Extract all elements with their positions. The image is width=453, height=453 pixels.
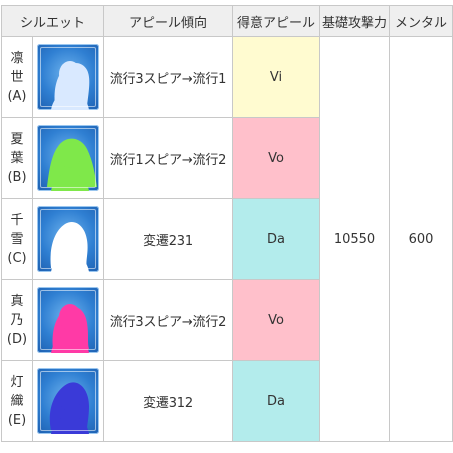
appeal-trend: 変遷231 <box>103 198 234 280</box>
idol-name: 夏葉 (B) <box>1 117 33 199</box>
header-mental: メンタル <box>389 5 453 37</box>
idol-name-line: 凛 <box>10 50 24 66</box>
blue-silhouette-icon <box>37 44 99 110</box>
silhouette-cell <box>31 36 105 118</box>
base-attack-value: 10550 <box>319 36 391 442</box>
pink-silhouette-icon <box>37 287 99 353</box>
idol-name-line: 千 <box>10 212 24 228</box>
idol-name-line: (A) <box>7 88 27 104</box>
idol-name-line: 世 <box>10 69 24 85</box>
idol-name-line: 乃 <box>10 312 24 328</box>
idol-name: 灯織 (E) <box>1 360 33 442</box>
appeal-trend: 流行1スピア→流行2 <box>103 117 234 199</box>
table-row: 凛世 (A) 流行3スピア→流行1 Vi 10550 600 <box>1 36 453 442</box>
strong-appeal: Vo <box>232 117 321 199</box>
header-row: シルエット アピール傾向 得意アピール 基礎攻撃力 メンタル <box>0 5 453 37</box>
idol-table: シルエット アピール傾向 得意アピール 基礎攻撃力 メンタル 凛世 (A) 流行3ス… <box>0 5 453 442</box>
idol-name: 千雪 (C) <box>1 198 33 280</box>
silhouette-cell <box>31 198 105 280</box>
strong-appeal: Da <box>232 360 321 442</box>
idol-name-line: (E) <box>7 412 27 428</box>
idol-name-line: (D) <box>6 331 28 347</box>
idol-name-line: 葉 <box>10 150 24 166</box>
header-strong-appeal: 得意アピール <box>232 5 321 37</box>
silhouette-cell <box>31 117 105 199</box>
header-base-attack: 基礎攻撃力 <box>319 5 391 37</box>
appeal-trend: 変遷312 <box>103 360 234 442</box>
idol-name-line: 雪 <box>10 231 24 247</box>
silhouette-cell <box>31 360 105 442</box>
idol-name: 凛世 (A) <box>1 36 33 118</box>
white-silhouette-icon <box>37 206 99 272</box>
mental-value: 600 <box>389 36 453 442</box>
idol-name: 真乃 (D) <box>1 279 33 361</box>
idol-name-line: 夏 <box>10 131 24 147</box>
idol-name-line: (C) <box>7 250 27 266</box>
strong-appeal: Da <box>232 198 321 280</box>
green-silhouette-icon <box>37 125 99 191</box>
strong-appeal: Vi <box>232 36 321 118</box>
header-appeal-trend: アピール傾向 <box>103 5 234 37</box>
idol-name-line: (B) <box>7 169 27 185</box>
header-silhouette: シルエット <box>0 5 105 37</box>
idol-name-line: 織 <box>10 393 24 409</box>
idol-name-line: 灯 <box>10 374 24 390</box>
idol-name-line: 真 <box>10 293 24 309</box>
appeal-trend: 流行3スピア→流行1 <box>103 36 234 118</box>
appeal-trend: 流行3スピア→流行2 <box>103 279 234 361</box>
strong-appeal: Vo <box>232 279 321 361</box>
indigo-silhouette-icon <box>37 368 99 434</box>
silhouette-cell <box>31 279 105 361</box>
